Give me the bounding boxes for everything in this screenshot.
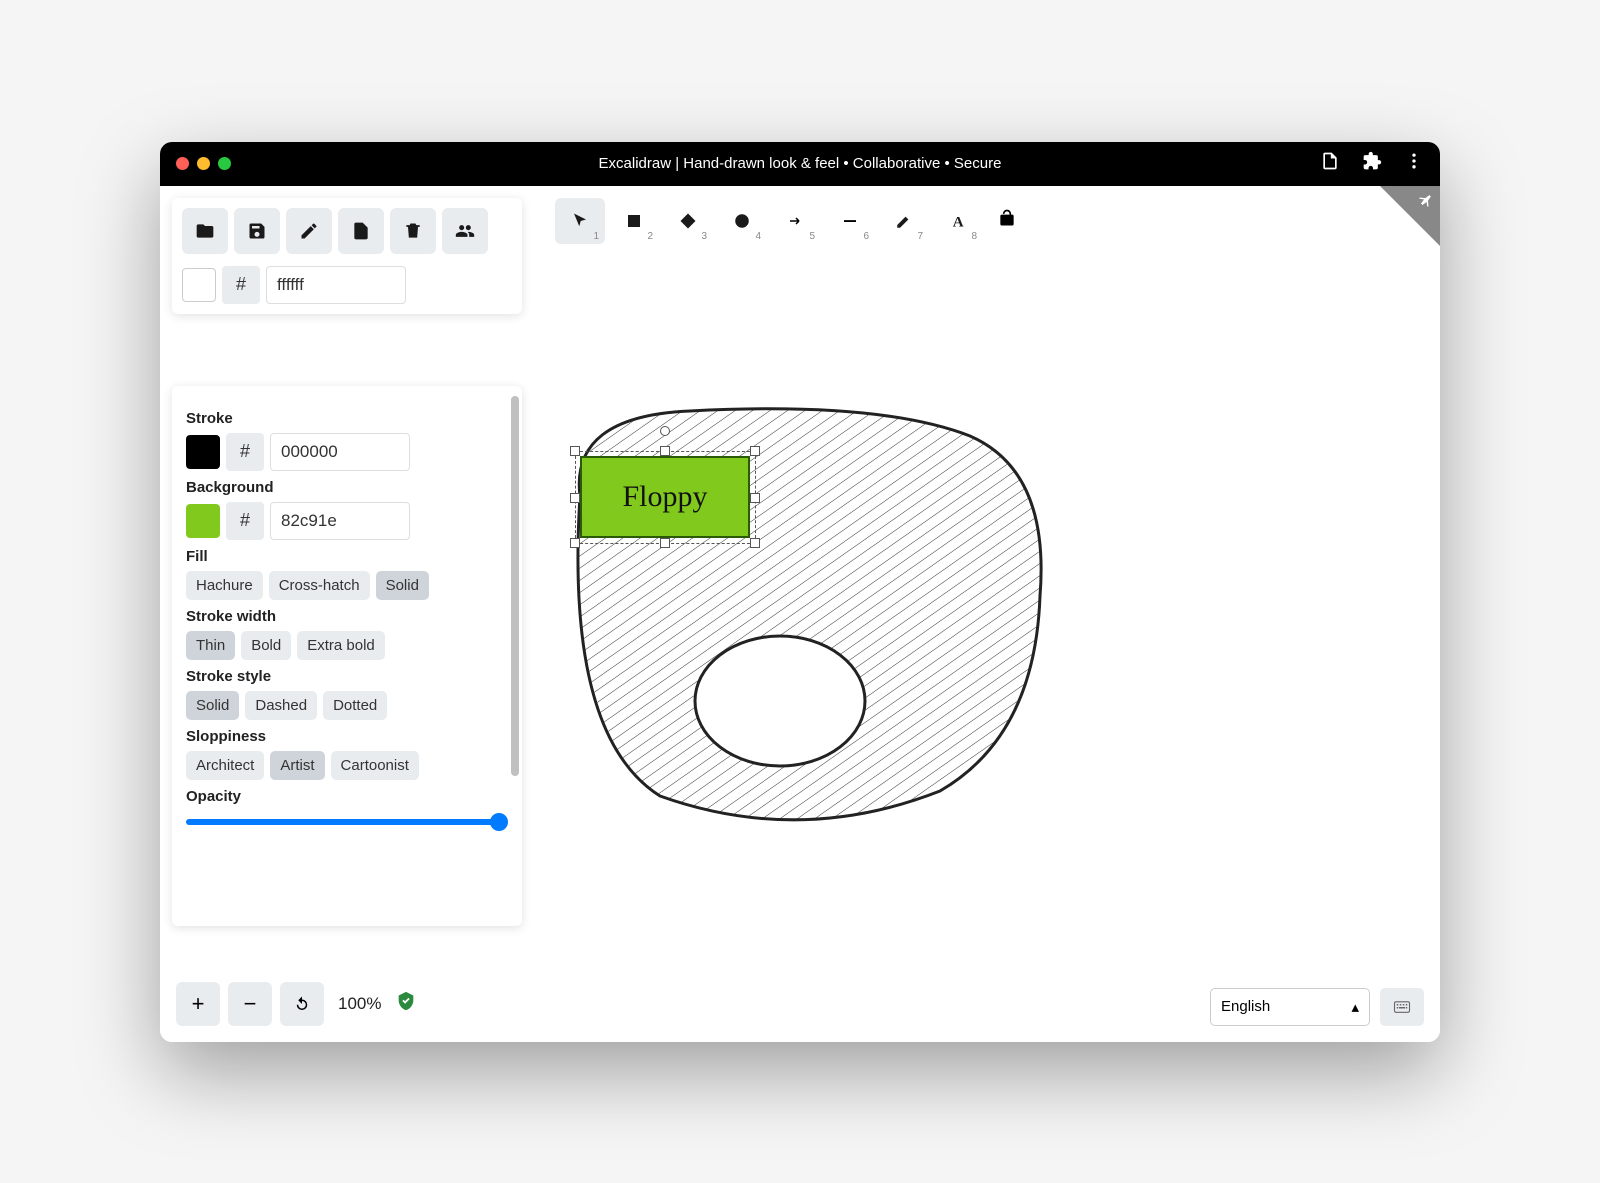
zoom-in-button[interactable]: + xyxy=(176,982,220,1026)
resize-handle-nw[interactable] xyxy=(570,446,580,456)
stroke-hex-input[interactable] xyxy=(270,433,410,471)
resize-handle-ne[interactable] xyxy=(750,446,760,456)
fill-solid[interactable]: Solid xyxy=(376,571,429,600)
zoom-percentage: 100% xyxy=(338,994,381,1014)
resize-handle-n[interactable] xyxy=(660,446,670,456)
language-select[interactable]: English ▴ xyxy=(1210,988,1370,1026)
stroke-width-thin[interactable]: Thin xyxy=(186,631,235,660)
minimize-window-button[interactable] xyxy=(197,157,210,170)
properties-panel: Stroke # Background # Fill Hachure Cross… xyxy=(172,386,522,926)
tool-draw[interactable]: 7 xyxy=(879,198,929,244)
opacity-slider[interactable] xyxy=(186,819,508,825)
canvas-bg-swatch[interactable] xyxy=(182,268,216,302)
fill-crosshatch[interactable]: Cross-hatch xyxy=(269,571,370,600)
lock-icon[interactable] xyxy=(997,208,1017,233)
stroke-width-extra[interactable]: Extra bold xyxy=(297,631,385,660)
more-icon[interactable] xyxy=(1404,151,1424,176)
tool-arrow[interactable]: 5 xyxy=(771,198,821,244)
stroke-style-solid[interactable]: Solid xyxy=(186,691,239,720)
titlebar: Excalidraw | Hand-drawn look & feel • Co… xyxy=(160,142,1440,186)
file-panel: # xyxy=(172,198,522,314)
file-icon[interactable] xyxy=(1320,151,1340,176)
tool-rectangle[interactable]: 2 xyxy=(609,198,659,244)
rotation-handle[interactable] xyxy=(660,426,670,436)
keyboard-shortcuts-button[interactable] xyxy=(1380,988,1424,1026)
sloppiness-label: Sloppiness xyxy=(186,728,508,745)
zoom-window-button[interactable] xyxy=(218,157,231,170)
collaborate-button[interactable] xyxy=(442,208,488,254)
sloppiness-architect[interactable]: Architect xyxy=(186,751,264,780)
hash-label: # xyxy=(222,266,260,304)
canvas-bg-row: # xyxy=(182,266,512,304)
stroke-swatch[interactable] xyxy=(186,435,220,469)
stroke-style-label: Stroke style xyxy=(186,668,508,685)
close-window-button[interactable] xyxy=(176,157,189,170)
tool-text[interactable]: A 8 xyxy=(933,198,983,244)
stroke-width-bold[interactable]: Bold xyxy=(241,631,291,660)
fill-hachure[interactable]: Hachure xyxy=(186,571,263,600)
app-body: # 1 2 3 4 5 xyxy=(160,186,1440,1042)
export-button[interactable] xyxy=(338,208,384,254)
tool-ellipse[interactable]: 4 xyxy=(717,198,767,244)
opacity-label: Opacity xyxy=(186,788,508,805)
resize-handle-w[interactable] xyxy=(570,493,580,503)
github-corner[interactable] xyxy=(1380,186,1440,246)
canvas-bg-input[interactable] xyxy=(266,266,406,304)
sloppiness-cartoonist[interactable]: Cartoonist xyxy=(331,751,419,780)
language-value: English xyxy=(1221,998,1270,1015)
window-title: Excalidraw | Hand-drawn look & feel • Co… xyxy=(599,155,1002,172)
resize-handle-s[interactable] xyxy=(660,538,670,548)
stroke-label: Stroke xyxy=(186,410,508,427)
svg-text:A: A xyxy=(953,214,964,230)
stroke-style-dashed[interactable]: Dashed xyxy=(245,691,317,720)
chevron-up-icon: ▴ xyxy=(1351,998,1359,1016)
clear-button[interactable] xyxy=(390,208,436,254)
footer-right: English ▴ xyxy=(1210,988,1424,1026)
save-button[interactable] xyxy=(234,208,280,254)
encryption-shield-icon[interactable] xyxy=(395,990,417,1017)
traffic-lights xyxy=(176,157,231,170)
panel-scrollbar[interactable] xyxy=(511,396,519,776)
app-window: Excalidraw | Hand-drawn look & feel • Co… xyxy=(160,142,1440,1042)
save-as-button[interactable] xyxy=(286,208,332,254)
canvas-drawing xyxy=(540,376,1100,856)
background-swatch[interactable] xyxy=(186,504,220,538)
resize-handle-sw[interactable] xyxy=(570,538,580,548)
fill-label: Fill xyxy=(186,548,508,565)
background-label: Background xyxy=(186,479,508,496)
tool-line[interactable]: 6 xyxy=(825,198,875,244)
tool-selection[interactable]: 1 xyxy=(555,198,605,244)
extension-icon[interactable] xyxy=(1362,151,1382,176)
resize-handle-e[interactable] xyxy=(750,493,760,503)
stroke-width-label: Stroke width xyxy=(186,608,508,625)
sloppiness-artist[interactable]: Artist xyxy=(270,751,324,780)
resize-handle-se[interactable] xyxy=(750,538,760,548)
zoom-controls: + − 100% xyxy=(176,982,417,1026)
background-hex-input[interactable] xyxy=(270,502,410,540)
zoom-reset-button[interactable] xyxy=(280,982,324,1026)
hash-label: # xyxy=(226,433,264,471)
open-button[interactable] xyxy=(182,208,228,254)
tool-diamond[interactable]: 3 xyxy=(663,198,713,244)
canvas-text-element[interactable]: Floppy xyxy=(580,456,750,538)
zoom-out-button[interactable]: − xyxy=(228,982,272,1026)
hash-label: # xyxy=(226,502,264,540)
stroke-style-dotted[interactable]: Dotted xyxy=(323,691,387,720)
shape-toolbar: 1 2 3 4 5 6 7 xyxy=(555,198,1017,244)
